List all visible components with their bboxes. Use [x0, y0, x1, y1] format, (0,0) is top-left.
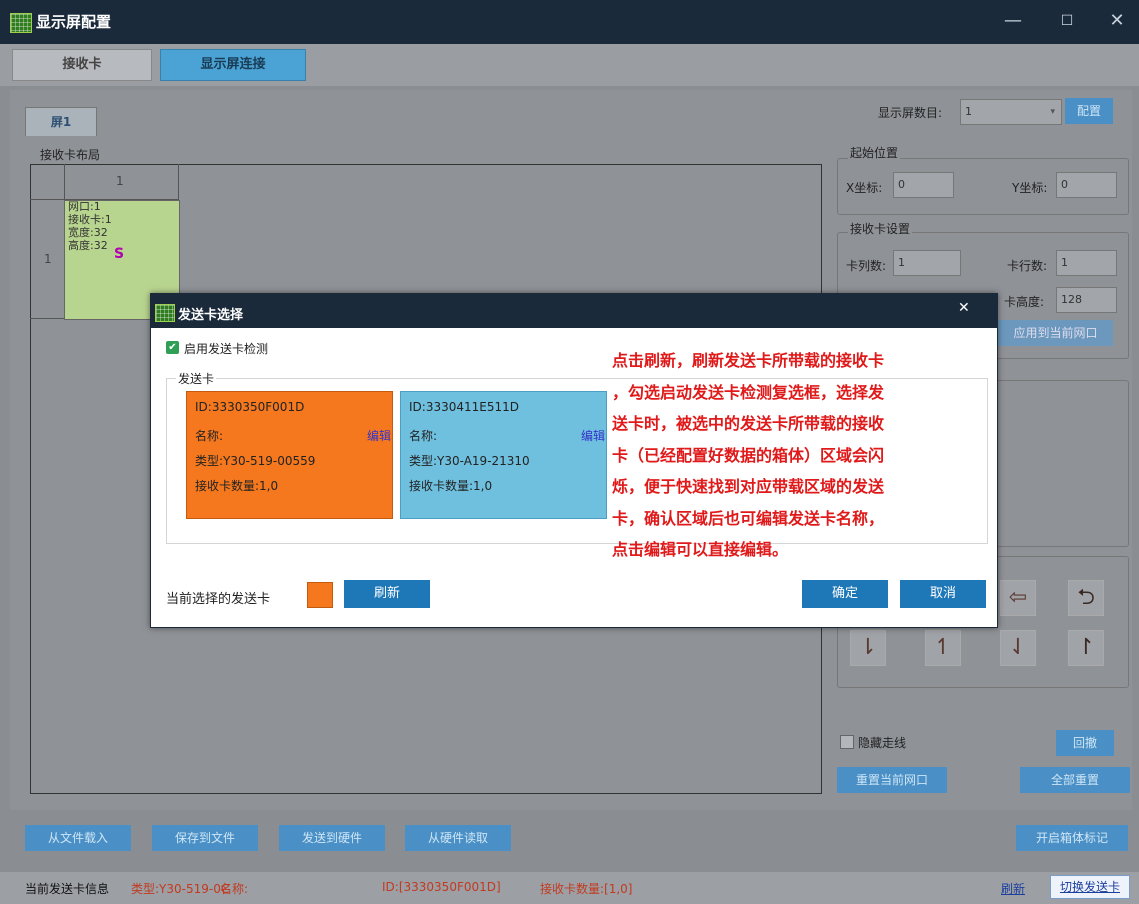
dialog-title-bar — [150, 293, 998, 328]
dialog-refresh-button[interactable]: 刷新 — [344, 580, 430, 608]
status-type: 类型:Y30-519-0C — [131, 882, 230, 896]
layout-group-label: 接收卡布局 — [40, 148, 101, 162]
dialog-close-button[interactable]: ✕ — [958, 300, 970, 316]
sender-group-label: 发送卡 — [176, 370, 217, 387]
tab-screen-1[interactable]: 屏1 — [25, 107, 97, 136]
x-coord-label: X坐标: — [846, 181, 883, 195]
column-header: 1 — [116, 174, 124, 188]
cell-width: 宽度:32 — [68, 226, 108, 239]
screen-count-select[interactable]: 1 ▾ — [960, 99, 1062, 125]
status-recv-count: 接收卡数量:[1,0] — [540, 882, 633, 896]
status-name: 名称: — [220, 882, 249, 896]
dialog-cancel-button[interactable]: 取消 — [900, 580, 986, 608]
switch-sender-button[interactable]: 切换发送卡 — [1050, 875, 1130, 899]
card-cols-label: 卡列数: — [846, 259, 887, 273]
y-coord-label: Y坐标: — [1012, 181, 1048, 195]
undo-button[interactable]: 回撤 — [1056, 730, 1114, 756]
card-recv-count: 接收卡数量:1,0 — [195, 479, 279, 493]
status-label: 当前发送卡信息 — [25, 882, 110, 896]
card-height-input[interactable]: 128 — [1056, 287, 1117, 313]
status-id: ID:[3330350F001D] — [382, 880, 501, 894]
sender-card-selected[interactable]: ID:3330350F001D 名称: 编辑 类型:Y30-519-00559 … — [186, 391, 393, 519]
current-sender-swatch — [307, 582, 333, 608]
enable-detect-checkbox[interactable]: ✔ — [166, 341, 179, 354]
dialog-title: 发送卡选择 — [178, 308, 244, 323]
hide-trace-label: 隐藏走线 — [858, 736, 907, 750]
read-from-hardware-button[interactable]: 从硬件读取 — [405, 825, 511, 851]
tab-screen-connection[interactable]: 显示屏连接 — [160, 49, 306, 81]
cabinet-mark-button[interactable]: 开启箱体标记 — [1016, 825, 1128, 851]
annotation-line: 烁，便于快速找到对应带载区域的发送 — [612, 477, 885, 496]
x-coord-input[interactable]: 0 — [893, 172, 954, 198]
dialog-ok-button[interactable]: 确定 — [802, 580, 888, 608]
title-bar — [0, 0, 1139, 44]
sender-card[interactable]: ID:3330411E511D 名称: 编辑 类型:Y30-A19-21310 … — [400, 391, 607, 519]
annotation-line: 送卡时，被选中的发送卡所带载的接收 — [612, 414, 885, 433]
status-refresh-link[interactable]: 刷新 — [1001, 880, 1025, 897]
send-to-hardware-button[interactable]: 发送到硬件 — [279, 825, 385, 851]
window-title: 显示屏配置 — [36, 13, 112, 31]
hide-trace-checkbox[interactable] — [840, 735, 854, 749]
cell-port: 网口:1 — [68, 200, 101, 213]
card-type: 类型:Y30-A19-21310 — [409, 454, 530, 468]
receive-card-cell-text: 网口:1 接收卡:1 宽度:32 高度:32 — [68, 200, 112, 252]
app-logo-icon — [10, 13, 32, 33]
card-edit-link[interactable]: 编辑 — [581, 427, 605, 444]
row-header: 1 — [44, 252, 52, 266]
cell-height: 高度:32 — [68, 239, 108, 252]
route-snake-up-left-icon[interactable]: ↾ — [1068, 630, 1104, 666]
card-recv-count: 接收卡数量:1,0 — [409, 479, 493, 493]
current-sender-label: 当前选择的发送卡 — [166, 592, 271, 607]
start-position-title: 起始位置 — [848, 144, 901, 161]
maximize-button[interactable]: ☐ — [1052, 13, 1082, 29]
annotation-line: ，勾选启动发送卡检测复选框，选择发 — [612, 382, 885, 402]
card-name: 名称: — [195, 429, 224, 443]
screen-count-value: 1 — [965, 105, 972, 118]
cell-card: 接收卡:1 — [68, 213, 112, 226]
route-left-icon[interactable]: ⇦ — [1000, 580, 1036, 616]
config-button[interactable]: 配置 — [1065, 98, 1113, 124]
route-snake-down-icon[interactable]: ⇂ — [850, 630, 886, 666]
card-cols-input[interactable]: 1 — [893, 250, 961, 276]
y-coord-input[interactable]: 0 — [1056, 172, 1117, 198]
card-id: ID:3330411E511D — [409, 400, 519, 414]
card-rows-label: 卡行数: — [1007, 259, 1048, 273]
reset-all-button[interactable]: 全部重置 — [1020, 767, 1130, 793]
tab-receive-card[interactable]: 接收卡 — [12, 49, 152, 81]
enable-detect-label: 启用发送卡检测 — [184, 342, 269, 356]
reset-port-button[interactable]: 重置当前网口 — [837, 767, 947, 793]
screen-count-label: 显示屏数目: — [878, 106, 943, 120]
route-return-icon[interactable]: ⮌ — [1068, 580, 1104, 616]
annotation-text: 点击刷新，刷新发送卡所带载的接收卡 ，勾选启动发送卡检测复选框，选择发 送卡时，… — [612, 345, 992, 566]
card-rows-input[interactable]: 1 — [1056, 250, 1117, 276]
start-marker: S — [114, 246, 125, 262]
annotation-line: 卡，确认区域后也可编辑发送卡名称， — [612, 508, 885, 528]
minimize-button[interactable]: — — [998, 10, 1028, 31]
close-button[interactable]: ✕ — [1102, 10, 1132, 31]
apply-to-port-button[interactable]: 应用到当前网口 — [998, 320, 1113, 346]
chevron-down-icon: ▾ — [1050, 107, 1055, 117]
annotation-line: 点击编辑可以直接编辑。 — [612, 540, 789, 559]
card-height-label: 卡高度: — [1004, 295, 1045, 309]
route-snake-down-left-icon[interactable]: ⇃ — [1000, 630, 1036, 666]
card-type: 类型:Y30-519-00559 — [195, 454, 316, 468]
dialog-app-icon — [155, 304, 175, 322]
annotation-line: 卡（已经配置好数据的箱体）区域会闪 — [612, 445, 885, 465]
route-snake-up-icon[interactable]: ↿ — [925, 630, 961, 666]
save-to-file-button[interactable]: 保存到文件 — [152, 825, 258, 851]
card-id: ID:3330350F001D — [195, 400, 305, 414]
annotation-line: 点击刷新，刷新发送卡所带载的接收卡 — [612, 351, 885, 370]
card-edit-link[interactable]: 编辑 — [367, 427, 391, 444]
rc-settings-title: 接收卡设置 — [848, 220, 913, 237]
load-from-file-button[interactable]: 从文件载入 — [25, 825, 131, 851]
card-name: 名称: — [409, 429, 438, 443]
